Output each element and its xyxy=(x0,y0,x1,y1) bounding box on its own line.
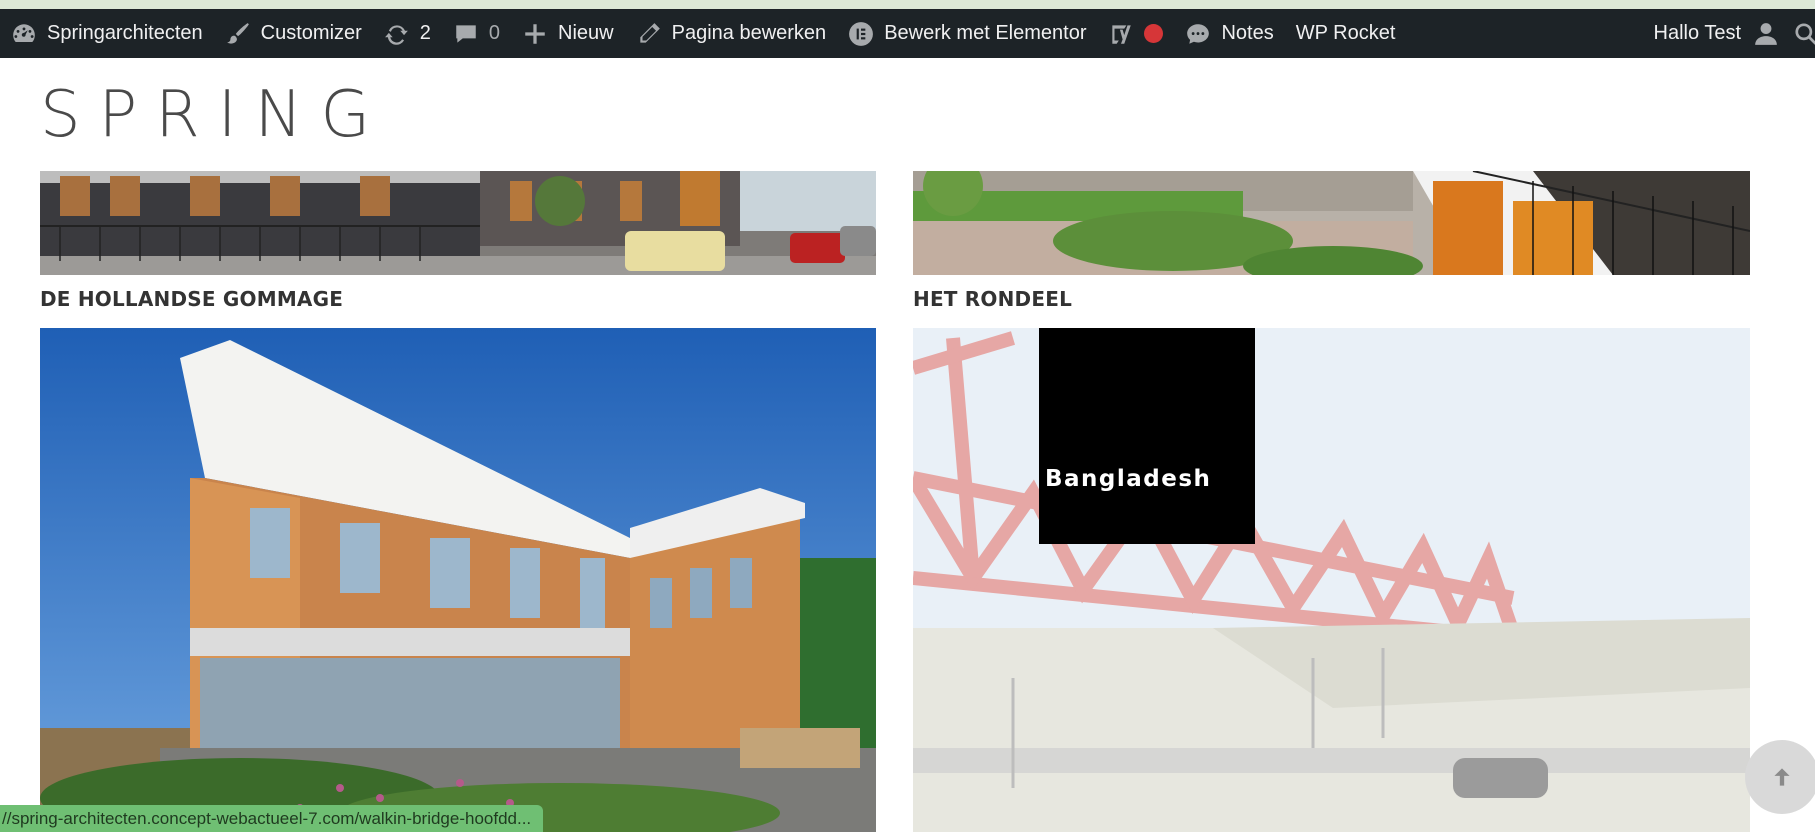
arrow-up-icon xyxy=(1774,768,1790,786)
search-icon xyxy=(1795,22,1815,45)
edit-page-label: Pagina bewerken xyxy=(671,22,827,44)
wp-rocket-label: WP Rocket xyxy=(1295,22,1396,44)
site-name-menu[interactable]: Springarchitecten xyxy=(0,9,214,58)
updates-count: 2 xyxy=(419,22,431,44)
browser-status-url: //spring-architecten.concept-webactueel-… xyxy=(0,805,544,832)
site-name-label: Springarchitecten xyxy=(47,22,203,44)
elementor-link[interactable]: Bewerk met Elementor xyxy=(837,9,1097,58)
search-toggle[interactable] xyxy=(1785,9,1815,58)
plus-icon xyxy=(525,23,545,44)
comments-count: 0 xyxy=(488,22,501,44)
updates-link[interactable]: 2 xyxy=(373,9,442,58)
back-to-top-button[interactable] xyxy=(1745,740,1815,814)
elementor-label: Bewerk met Elementor xyxy=(884,22,1087,44)
comment-icon xyxy=(456,24,476,43)
project-image-apartment-building[interactable] xyxy=(40,328,876,832)
edit-page-link[interactable]: Pagina bewerken xyxy=(625,9,838,58)
comments-link[interactable]: 0 xyxy=(442,9,511,58)
greeting-label: Hallo Test xyxy=(1653,22,1741,44)
customizer-label: Customizer xyxy=(260,22,362,44)
yoast-menu[interactable] xyxy=(1097,9,1174,58)
user-icon xyxy=(1755,22,1777,45)
dashboard-icon xyxy=(13,23,35,42)
notes-label: Notes xyxy=(1221,22,1274,44)
chat-bubble-icon xyxy=(1187,23,1210,44)
browser-top-strip xyxy=(0,0,1815,9)
elementor-icon xyxy=(849,21,874,46)
wp-rocket-menu[interactable]: WP Rocket xyxy=(1285,9,1407,58)
new-content-menu[interactable]: Nieuw xyxy=(511,9,625,58)
customizer-link[interactable]: Customizer xyxy=(214,9,373,58)
account-menu[interactable]: Hallo Test xyxy=(1643,9,1785,58)
project-hover-overlay[interactable] xyxy=(1039,328,1255,544)
seo-status-dot xyxy=(1144,24,1164,43)
project-image-het-rondeel[interactable] xyxy=(913,171,1750,275)
new-label: Nieuw xyxy=(558,22,614,44)
site-logo[interactable]: SPRING xyxy=(40,78,388,152)
yoast-icon xyxy=(1112,24,1132,44)
project-title[interactable]: HET RONDEEL xyxy=(913,287,1072,311)
notes-link[interactable]: Notes xyxy=(1174,9,1284,58)
project-title[interactable]: DE HOLLANDSE GOMMAGE xyxy=(40,287,343,311)
pencil-icon xyxy=(639,22,660,43)
brush-icon xyxy=(226,22,249,44)
wp-admin-bar: Springarchitecten Customizer 2 0 Nieuw P… xyxy=(0,9,1815,58)
project-hover-title[interactable]: Bangladesh xyxy=(1045,466,1211,492)
project-image-hollandse-gommage[interactable] xyxy=(40,171,876,275)
updates-icon xyxy=(384,24,408,45)
